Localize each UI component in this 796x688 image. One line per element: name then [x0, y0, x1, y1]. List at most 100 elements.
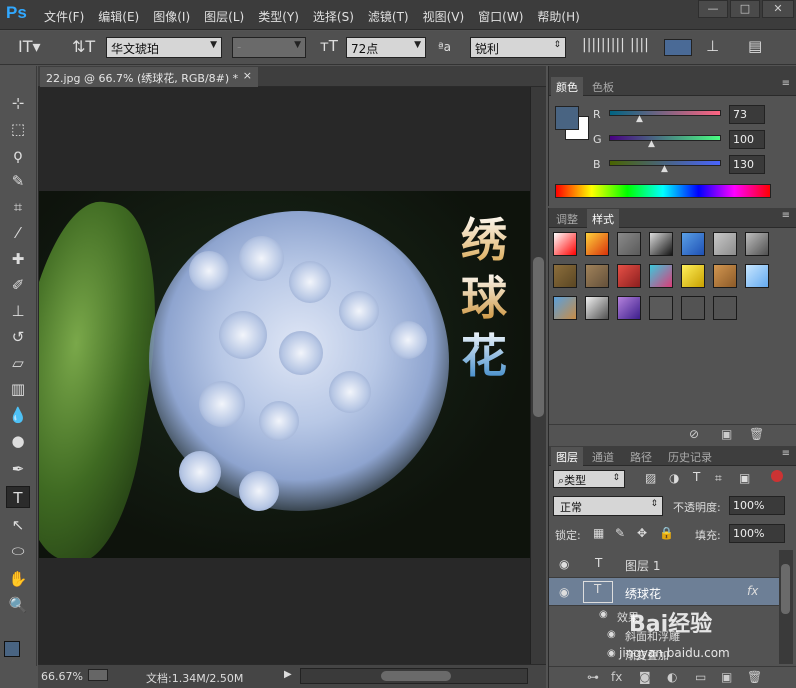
- filter-shape-icon[interactable]: ⌗: [715, 471, 722, 486]
- move-tool-icon[interactable]: ⊹: [6, 92, 30, 114]
- quick-select-tool-icon[interactable]: ✎: [6, 170, 30, 192]
- panel-menu-icon[interactable]: ≡: [782, 448, 790, 459]
- filter-pixel-icon[interactable]: ▨: [645, 471, 656, 485]
- menu-view[interactable]: 视图(V): [423, 8, 465, 25]
- color-spectrum-bar[interactable]: [555, 184, 771, 198]
- blue-value[interactable]: 130: [729, 155, 765, 174]
- style-swatch[interactable]: [745, 232, 769, 256]
- canvas-area[interactable]: 绣 球 花: [38, 87, 530, 664]
- document-tab[interactable]: 22.jpg @ 66.7% (绣球花, RGB/8#) * ×: [40, 67, 258, 87]
- close-button[interactable]: ✕: [762, 0, 794, 18]
- font-family-select[interactable]: 华文琥珀 ▼: [106, 37, 222, 58]
- lock-all-icon[interactable]: 🔒: [659, 526, 674, 540]
- stylized-text-overlay[interactable]: 绣 球 花: [449, 211, 519, 385]
- hydrangea-photo[interactable]: 绣 球 花: [39, 191, 530, 558]
- marquee-tool-icon[interactable]: ⬚: [6, 118, 30, 140]
- visibility-eye-icon[interactable]: ◉: [599, 609, 608, 620]
- scrollbar-thumb[interactable]: [533, 257, 544, 417]
- scrollbar-thumb[interactable]: [781, 564, 790, 614]
- menu-file[interactable]: 文件(F): [44, 8, 84, 25]
- green-slider-handle-icon[interactable]: ▲: [648, 139, 655, 149]
- antialias-select[interactable]: 锐利 ⇕: [470, 37, 566, 58]
- healing-brush-tool-icon[interactable]: ✚: [6, 248, 30, 270]
- eyedropper-tool-icon[interactable]: ⁄: [6, 222, 30, 244]
- new-group-icon[interactable]: ▭: [695, 670, 706, 684]
- style-swatch[interactable]: [649, 296, 673, 320]
- character-panel-icon[interactable]: ▤: [748, 37, 762, 58]
- visibility-eye-icon[interactable]: ◉: [607, 648, 616, 659]
- tab-channels[interactable]: 通道: [587, 447, 619, 466]
- style-swatch[interactable]: [553, 232, 577, 256]
- filter-adjustment-icon[interactable]: ◑: [669, 471, 679, 485]
- panel-menu-icon[interactable]: ≡: [782, 210, 790, 221]
- style-swatch[interactable]: [585, 264, 609, 288]
- eraser-tool-icon[interactable]: ▱: [6, 352, 30, 374]
- tab-paths[interactable]: 路径: [625, 447, 657, 466]
- style-swatch[interactable]: [681, 296, 705, 320]
- menu-edit[interactable]: 编辑(E): [98, 8, 139, 25]
- style-swatch[interactable]: [553, 296, 577, 320]
- type-tool-icon[interactable]: T: [6, 486, 30, 508]
- add-style-icon[interactable]: fx: [611, 670, 622, 684]
- menu-help[interactable]: 帮助(H): [537, 8, 579, 25]
- menu-filter[interactable]: 滤镜(T): [368, 8, 409, 25]
- font-style-select[interactable]: - ▼: [232, 37, 306, 58]
- layer-filter-select[interactable]: ⌕类型 ⇕: [553, 470, 625, 488]
- gradient-tool-icon[interactable]: ▥: [6, 378, 30, 400]
- red-value[interactable]: 73: [729, 105, 765, 124]
- warp-text-icon[interactable]: ⊥: [706, 37, 719, 58]
- zoom-tool-icon[interactable]: 🔍: [6, 594, 30, 616]
- foreground-color-swatch[interactable]: [555, 106, 579, 130]
- visibility-eye-icon[interactable]: ◉: [607, 629, 616, 640]
- hand-tool-icon[interactable]: ✋: [6, 568, 30, 590]
- font-size-select[interactable]: 72点 ▼: [346, 37, 426, 58]
- clear-style-icon[interactable]: ⊘: [689, 427, 699, 441]
- fill-value[interactable]: 100%: [729, 524, 785, 543]
- layer-effects-icon[interactable]: fx: [747, 584, 758, 598]
- blend-mode-select[interactable]: 正常 ⇕: [553, 496, 663, 516]
- text-orientation-icon[interactable]: ⇅T: [72, 37, 95, 58]
- filter-type-icon[interactable]: T: [693, 470, 700, 484]
- visibility-eye-icon[interactable]: ◉: [559, 557, 569, 571]
- blur-tool-icon[interactable]: 💧: [6, 404, 30, 426]
- style-swatch[interactable]: [617, 232, 641, 256]
- lock-transparency-icon[interactable]: ▦: [593, 526, 604, 540]
- path-select-tool-icon[interactable]: ↖: [6, 514, 30, 536]
- tab-history[interactable]: 历史记录: [663, 447, 717, 466]
- style-swatch[interactable]: [585, 296, 609, 320]
- layers-scrollbar[interactable]: [779, 550, 793, 664]
- align-left-icon[interactable]: |||||: [582, 37, 606, 58]
- link-layers-icon[interactable]: ⊶: [587, 670, 599, 684]
- maximize-button[interactable]: □: [730, 0, 760, 18]
- status-menu-arrow-icon[interactable]: ▶: [284, 669, 292, 680]
- add-mask-icon[interactable]: ◙: [639, 670, 651, 684]
- ellipse-tool-icon[interactable]: ⬭: [6, 540, 30, 562]
- dodge-tool-icon[interactable]: ●: [6, 430, 30, 452]
- scrollbar-thumb[interactable]: [381, 671, 451, 681]
- filter-toggle-icon[interactable]: [771, 470, 783, 482]
- style-swatch[interactable]: [713, 264, 737, 288]
- brush-tool-icon[interactable]: ✐: [6, 274, 30, 296]
- style-swatch[interactable]: [713, 296, 737, 320]
- new-layer-icon[interactable]: ▣: [721, 670, 732, 684]
- tab-color[interactable]: 颜色: [551, 77, 583, 96]
- menu-select[interactable]: 选择(S): [313, 8, 354, 25]
- style-swatch[interactable]: [745, 264, 769, 288]
- style-swatch[interactable]: [713, 232, 737, 256]
- lock-image-icon[interactable]: ✎: [615, 526, 625, 540]
- canvas-vertical-scrollbar[interactable]: [530, 87, 546, 664]
- filter-smart-object-icon[interactable]: ▣: [739, 471, 750, 485]
- panel-menu-icon[interactable]: ≡: [782, 78, 790, 89]
- blue-slider-handle-icon[interactable]: ▲: [661, 164, 668, 174]
- layer-row-2-selected[interactable]: ◉ T 绣球花 fx: [549, 578, 779, 606]
- style-swatch[interactable]: [585, 232, 609, 256]
- lasso-tool-icon[interactable]: ϙ: [6, 144, 30, 166]
- new-style-icon[interactable]: ▣: [721, 427, 732, 441]
- style-swatch[interactable]: [681, 264, 705, 288]
- menu-layer[interactable]: 图层(L): [204, 8, 244, 25]
- tab-styles[interactable]: 样式: [587, 209, 619, 228]
- zoom-level[interactable]: 66.67%: [41, 670, 83, 683]
- style-swatch[interactable]: [617, 264, 641, 288]
- close-tab-icon[interactable]: ×: [243, 69, 252, 82]
- green-value[interactable]: 100: [729, 130, 765, 149]
